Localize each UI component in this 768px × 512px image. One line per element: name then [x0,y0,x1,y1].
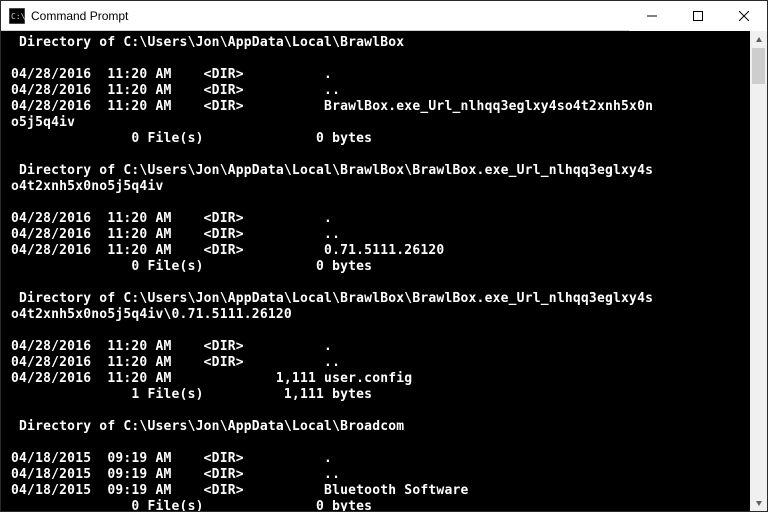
console-line: o4t2xnh5x0no5j5q4iv\0.71.5111.26120 [11,307,746,323]
console-line: 04/18/2015 09:19 AM <DIR> Bluetooth Soft… [11,483,746,499]
console-line: 04/28/2016 11:20 AM <DIR> BrawlBox.exe_U… [11,99,746,115]
console-line: 04/18/2015 09:19 AM <DIR> .. [11,467,746,483]
console-line: Directory of C:\Users\Jon\AppData\Local\… [11,291,746,307]
scroll-down-button[interactable] [750,494,767,511]
console-line: 04/28/2016 11:20 AM 1,111 user.config [11,371,746,387]
maximize-button[interactable] [675,1,721,31]
vertical-scrollbar[interactable] [750,31,767,511]
console-line [11,435,746,451]
console-line: 04/28/2016 11:20 AM <DIR> . [11,67,746,83]
console-line [11,275,746,291]
console-line: Directory of C:\Users\Jon\AppData\Local\… [11,35,746,51]
console-line: 04/28/2016 11:20 AM <DIR> .. [11,227,746,243]
svg-text:C:\: C:\ [11,12,25,21]
window: C:\ Command Prompt Directory of C:\Users… [0,0,768,512]
console-line: 04/18/2015 09:19 AM <DIR> . [11,451,746,467]
console-line [11,403,746,419]
minimize-button[interactable] [629,1,675,31]
console-line: 0 File(s) 0 bytes [11,259,746,275]
scroll-thumb[interactable] [752,48,765,84]
console-line: 04/28/2016 11:20 AM <DIR> .. [11,83,746,99]
console-line: o4t2xnh5x0no5j5q4iv [11,179,746,195]
cmd-icon: C:\ [9,8,25,24]
console-line [11,147,746,163]
close-button[interactable] [721,1,767,31]
console-output[interactable]: Directory of C:\Users\Jon\AppData\Local\… [1,31,750,511]
titlebar[interactable]: C:\ Command Prompt [1,1,767,31]
console-line: 04/28/2016 11:20 AM <DIR> . [11,211,746,227]
console-line: 0 File(s) 0 bytes [11,131,746,147]
console-line: 04/28/2016 11:20 AM <DIR> . [11,339,746,355]
console-line: 04/28/2016 11:20 AM <DIR> .. [11,355,746,371]
console-line: 04/28/2016 11:20 AM <DIR> 0.71.5111.2612… [11,243,746,259]
client-area: Directory of C:\Users\Jon\AppData\Local\… [1,31,767,511]
console-line [11,51,746,67]
console-line: 1 File(s) 1,111 bytes [11,387,746,403]
scroll-track[interactable] [750,48,767,494]
console-line [11,323,746,339]
console-line: Directory of C:\Users\Jon\AppData\Local\… [11,163,746,179]
scroll-up-button[interactable] [750,31,767,48]
console-line: 0 File(s) 0 bytes [11,499,746,511]
console-line [11,195,746,211]
console-line: Directory of C:\Users\Jon\AppData\Local\… [11,419,746,435]
window-title: Command Prompt [31,9,128,23]
console-line: o5j5q4iv [11,115,746,131]
